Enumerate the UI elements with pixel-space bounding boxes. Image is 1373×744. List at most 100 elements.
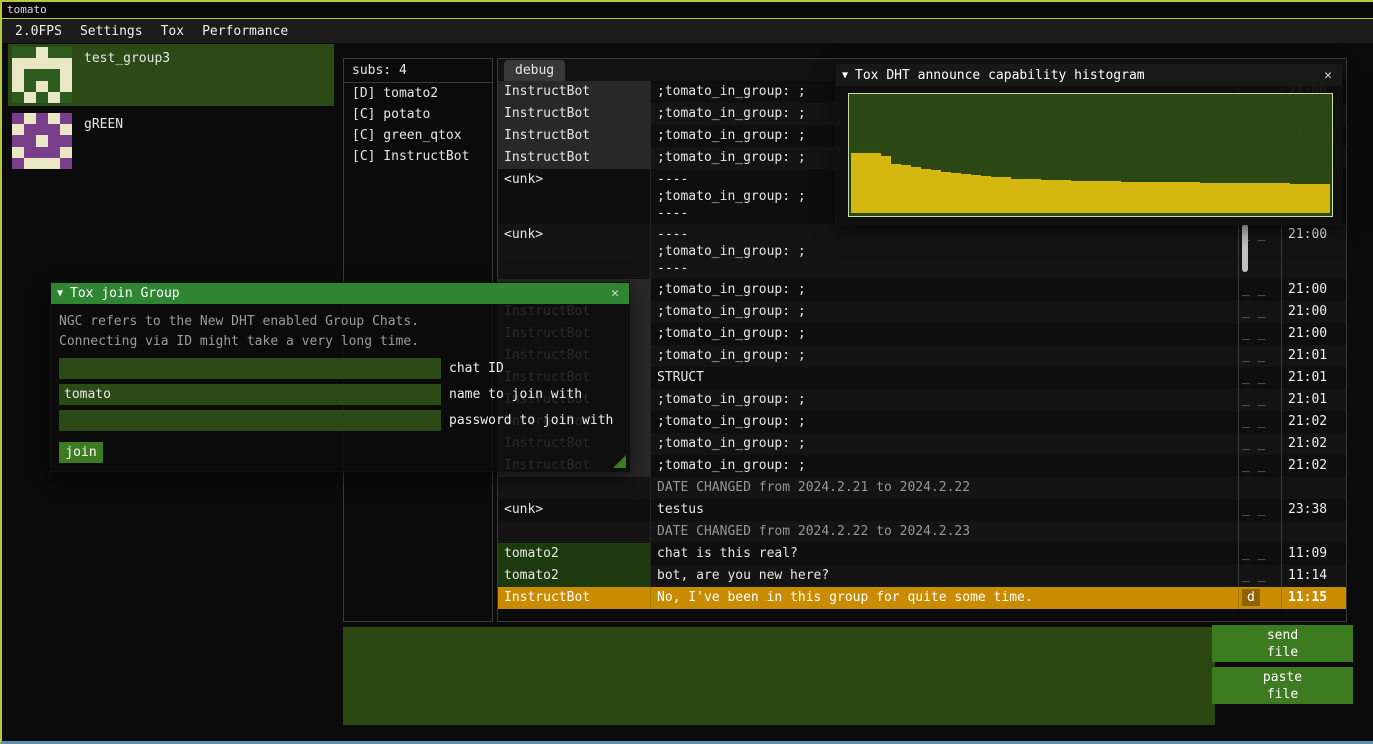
member-item[interactable]: [D] tomato2 bbox=[344, 83, 492, 104]
chat-message: ;tomato_in_group: ; bbox=[651, 323, 1238, 345]
histogram-bar bbox=[881, 156, 891, 214]
chat-system-row[interactable]: DATE CHANGED from 2024.2.21 to 2024.2.22 bbox=[498, 477, 1346, 499]
join-window-title-bar[interactable]: ▼ Tox join Group ✕ bbox=[51, 283, 629, 304]
histogram-bar bbox=[1270, 183, 1280, 213]
histogram-bar bbox=[851, 153, 861, 213]
collapse-icon[interactable]: ▼ bbox=[842, 70, 848, 81]
chat-message: ;tomato_in_group: ; bbox=[651, 389, 1238, 411]
chat-scrollbar-thumb[interactable] bbox=[1242, 224, 1248, 272]
chat-status: d bbox=[1238, 587, 1281, 609]
sidebar-group-gREEN[interactable]: gREEN bbox=[8, 110, 334, 172]
join-group-window: ▼ Tox join Group ✕ NGC refers to the New… bbox=[50, 282, 630, 472]
histogram-bar bbox=[1091, 181, 1101, 213]
close-icon[interactable]: ✕ bbox=[607, 286, 623, 301]
chat-message: ;tomato_in_group: ; bbox=[651, 433, 1238, 455]
chat-system-row[interactable]: DATE CHANGED from 2024.2.22 to 2024.2.23 bbox=[498, 521, 1346, 543]
chat-row[interactable]: tomato2chat is this real?_ _11:09 bbox=[498, 543, 1346, 565]
chat-status bbox=[1238, 477, 1281, 499]
join-field-label: password to join with bbox=[449, 413, 613, 428]
histogram-bar bbox=[1230, 183, 1240, 213]
chat-status: _ _ bbox=[1238, 279, 1281, 301]
join-window-title: Tox join Group bbox=[70, 286, 180, 301]
histogram-bar bbox=[1041, 180, 1051, 213]
histogram-bars bbox=[851, 98, 1330, 213]
chat-time: 21:01 bbox=[1281, 389, 1346, 411]
histogram-bar bbox=[1260, 183, 1270, 213]
resize-grip-icon[interactable] bbox=[613, 455, 626, 468]
collapse-icon[interactable]: ▼ bbox=[57, 288, 63, 299]
group-avatar bbox=[12, 113, 72, 169]
chat-message: chat is this real? bbox=[651, 543, 1238, 565]
chat-sender: <unk> bbox=[498, 224, 651, 279]
histogram-bar bbox=[1031, 179, 1041, 214]
chat-message: STRUCT bbox=[651, 367, 1238, 389]
chat-status: _ _ bbox=[1238, 389, 1281, 411]
chat-time: 21:00 bbox=[1281, 323, 1346, 345]
histogram-bar bbox=[1121, 182, 1131, 213]
chat-sender: <unk> bbox=[498, 499, 651, 521]
histogram-bar bbox=[1200, 183, 1210, 213]
group-name: gREEN bbox=[84, 113, 123, 132]
histogram-bar bbox=[1011, 179, 1021, 214]
chat-status: _ _ bbox=[1238, 367, 1281, 389]
chat-status: _ _ bbox=[1238, 543, 1281, 565]
send-file-button[interactable]: send file bbox=[1212, 625, 1353, 662]
paste-file-button[interactable]: paste file bbox=[1212, 667, 1353, 704]
join-field-label: chat ID bbox=[449, 361, 504, 376]
chat-status: _ _ bbox=[1238, 433, 1281, 455]
chat-sender: InstructBot bbox=[498, 587, 651, 609]
histogram-bar bbox=[1280, 183, 1290, 213]
menu-fps[interactable]: 2.0FPS bbox=[6, 22, 71, 41]
histogram-window-title-bar[interactable]: ▼ Tox DHT announce capability histogram … bbox=[836, 64, 1342, 86]
chat-message: testus bbox=[651, 499, 1238, 521]
member-item[interactable]: [C] potato bbox=[344, 104, 492, 125]
join-field-1[interactable] bbox=[59, 384, 441, 405]
chat-time: 11:15 bbox=[1281, 587, 1346, 609]
histogram-bar bbox=[1240, 183, 1250, 213]
chat-time bbox=[1281, 477, 1346, 499]
chat-input[interactable] bbox=[343, 627, 1215, 725]
chat-message: No, I've been in this group for quite so… bbox=[651, 587, 1238, 609]
histogram-window: ▼ Tox DHT announce capability histogram … bbox=[835, 63, 1343, 225]
menu-performance[interactable]: Performance bbox=[193, 22, 297, 41]
chat-sender: InstructBot bbox=[498, 81, 651, 103]
menu-tox[interactable]: Tox bbox=[152, 22, 193, 41]
chat-sender bbox=[498, 477, 651, 499]
chat-status: _ _ bbox=[1238, 301, 1281, 323]
histogram-bar bbox=[1171, 182, 1181, 213]
histogram-bar bbox=[1190, 182, 1200, 213]
histogram-bar bbox=[1250, 183, 1260, 213]
join-description-line2: Connecting via ID might take a very long… bbox=[59, 332, 621, 352]
chat-time bbox=[1281, 521, 1346, 543]
histogram-bar bbox=[871, 153, 881, 213]
join-button[interactable]: join bbox=[59, 442, 103, 463]
menu-settings[interactable]: Settings bbox=[71, 22, 152, 41]
chat-row[interactable]: <unk>---- ;tomato_in_group: ; ----_ _21:… bbox=[498, 224, 1346, 279]
chat-sender: InstructBot bbox=[498, 147, 651, 169]
close-icon[interactable]: ✕ bbox=[1320, 68, 1336, 83]
join-field-2[interactable] bbox=[59, 410, 441, 431]
histogram-bar bbox=[1071, 181, 1081, 213]
sidebar-group-test_group3[interactable]: test_group3 bbox=[8, 44, 334, 106]
chat-status bbox=[1238, 521, 1281, 543]
chat-time: 21:01 bbox=[1281, 367, 1346, 389]
member-item[interactable]: [C] green_qtox bbox=[344, 125, 492, 146]
histogram-bar bbox=[1001, 177, 1011, 213]
window-title: tomato bbox=[7, 3, 47, 16]
histogram-bar bbox=[1151, 182, 1161, 213]
menu-bar: 2.0FPS Settings Tox Performance bbox=[2, 19, 1373, 43]
join-field-0[interactable] bbox=[59, 358, 441, 379]
histogram-bar bbox=[1111, 181, 1121, 213]
chat-time: 21:00 bbox=[1281, 279, 1346, 301]
histogram-window-title: Tox DHT announce capability histogram bbox=[855, 68, 1145, 83]
member-item[interactable]: [C] InstructBot bbox=[344, 146, 492, 167]
chat-status: _ _ bbox=[1238, 411, 1281, 433]
histogram-bar bbox=[971, 175, 981, 213]
chat-sender: <unk> bbox=[498, 169, 651, 224]
histogram-bar bbox=[941, 172, 951, 213]
chat-row[interactable]: InstructBotNo, I've been in this group f… bbox=[498, 587, 1346, 609]
title-bar[interactable]: tomato bbox=[2, 2, 1373, 19]
chat-row[interactable]: <unk>testus_ _23:38 bbox=[498, 499, 1346, 521]
chat-row[interactable]: tomato2bot, are you new here?_ _11:14 bbox=[498, 565, 1346, 587]
tab-debug[interactable]: debug bbox=[504, 60, 565, 81]
